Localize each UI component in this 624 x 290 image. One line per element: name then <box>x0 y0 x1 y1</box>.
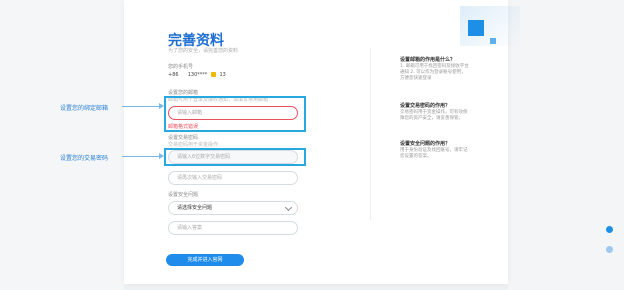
security-answer-field[interactable]: 请输入答案 <box>168 221 298 235</box>
email-field[interactable]: 请输入邮箱 <box>168 106 298 120</box>
country-code: +86 <box>168 72 179 78</box>
help-title-security: 设置安全问题的作用？ <box>400 141 451 147</box>
trade-password-field[interactable]: 请输入6位数字交易密码 <box>168 150 298 164</box>
submit-button[interactable]: 完成并进入官网 <box>166 254 244 266</box>
floating-service-icon[interactable] <box>606 226 613 233</box>
page-subtitle: 为了您的安全，请完善您的资料 <box>168 48 239 54</box>
help-title-trade: 设置交易密码的作用？ <box>400 103 451 109</box>
trade-password-label: 设置交易密码 <box>168 135 199 141</box>
panel-divider <box>370 48 371 220</box>
page-background-left <box>0 0 124 290</box>
phone-label: 您的手机号 <box>168 64 194 70</box>
annotation-email-arrow-line <box>122 106 160 107</box>
phone-display: +86 130**** 13 <box>168 72 226 78</box>
help-title-email: 设置邮箱的作用是什么？ <box>400 57 456 63</box>
trade-password-hint: 交易密码用于资金操作 <box>168 142 219 148</box>
floating-top-icon[interactable] <box>606 246 613 253</box>
edit-icon[interactable] <box>210 72 216 77</box>
security-question-value: 请选择安全问题 <box>177 205 213 211</box>
annotation-trade-password: 设置您的交易密码 <box>60 155 109 162</box>
help-text-security: 用于身份验证及找回账号，请牢记您设置的答案。 <box>400 148 468 159</box>
decorative-small-square-icon <box>490 38 496 44</box>
email-label: 设置您的邮箱 <box>168 90 199 96</box>
help-text-email: 1. 邮箱可用于找回密码及接收平台通知 2. 可以作为登录账号使用，方便您快速登… <box>400 64 469 81</box>
trade-password-confirm-field[interactable]: 请再次输入交易密码 <box>168 171 298 185</box>
annotation-trade-arrow-icon <box>159 153 164 159</box>
annotation-email-arrow-icon <box>159 103 164 109</box>
email-error-text: 邮箱格式错误 <box>168 124 199 130</box>
help-text-trade: 交易密码用于资金操作，可有效保障您的资产安全，请妥善保管。 <box>400 110 468 121</box>
annotation-trade-arrow-line <box>122 156 160 157</box>
phone-number: 130**** <box>187 72 208 78</box>
chevron-down-icon <box>284 203 293 212</box>
annotation-email: 设置您的绑定邮箱 <box>60 105 109 112</box>
decorative-square-icon <box>468 20 484 36</box>
phone-suffix: 13 <box>219 72 226 78</box>
security-question-select[interactable]: 请选择安全问题 <box>168 201 298 215</box>
security-question-label: 设置安全问题 <box>168 192 199 198</box>
